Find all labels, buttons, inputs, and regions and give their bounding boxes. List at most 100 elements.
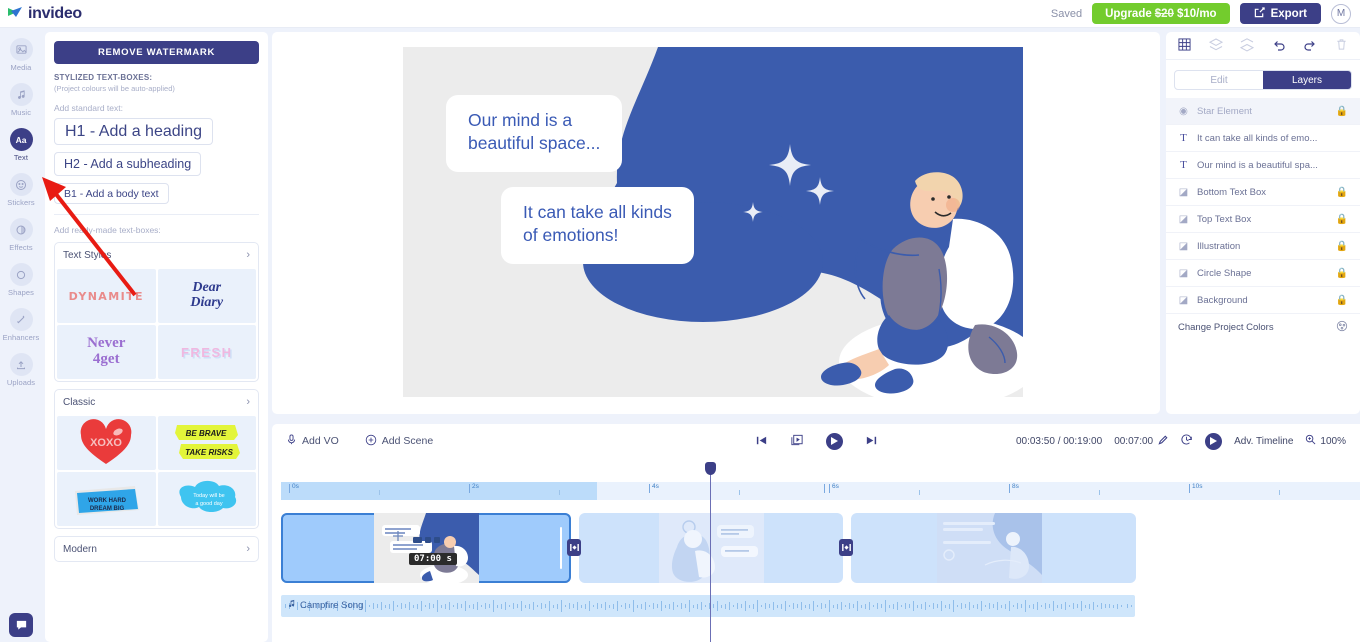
timeline-ruler[interactable]: 0s 2s 4s 6s 8s 10s (281, 482, 1360, 500)
preview-scenes-icon[interactable] (790, 433, 804, 449)
dear-diary-style-label: Dear Diary (190, 280, 224, 310)
lock-icon[interactable]: 🔒 (1336, 214, 1348, 225)
lock-icon[interactable]: 🔒 (1336, 268, 1348, 279)
group-header-modern[interactable]: Modern › (55, 537, 258, 561)
sidebar-label-stickers: Stickers (7, 198, 35, 207)
music-note-icon (287, 599, 296, 611)
never-4get-style-tile[interactable]: Never 4get (57, 325, 156, 379)
skip-to-end-icon[interactable] (865, 434, 878, 449)
chat-bubble-icon[interactable] (9, 613, 33, 637)
layer-row-bottom-text-box[interactable]: ◪ Bottom Text Box 🔒 (1166, 179, 1360, 206)
sidebar-label-uploads: Uploads (6, 378, 36, 387)
work-hard-dream-big-tile[interactable]: WORK HARD DREAM BIG (57, 472, 156, 526)
text-bubble-bottom[interactable]: It can take all kinds of emotions! (501, 187, 694, 264)
export-label: Export (1270, 7, 1307, 20)
right-panel: Edit Layers ◉ Star Element 🔒 T It can ta… (1166, 32, 1360, 414)
avatar[interactable]: M (1331, 3, 1351, 24)
add-subheading-button[interactable]: H2 - Add a subheading (54, 152, 202, 176)
be-brave-take-risks-tile[interactable]: BE BRAVE TAKE RISKS (157, 416, 256, 470)
upgrade-button[interactable]: Upgrade $20 $10/mo (1092, 3, 1230, 24)
sidebar-item-effects[interactable]: Effects (0, 218, 42, 252)
redo-icon[interactable] (1303, 38, 1317, 54)
sidebar-item-enhancers[interactable]: Enhancers (0, 308, 42, 342)
play-button[interactable] (825, 432, 843, 450)
color-wheel-icon[interactable] (1336, 320, 1348, 335)
undo-icon[interactable] (1272, 38, 1286, 54)
scene-clip-2[interactable] (579, 513, 843, 583)
ruler-tick-6s: 6s (832, 483, 839, 490)
clip-resize-handle-left[interactable] (286, 527, 288, 569)
add-element-plus-icon[interactable] (391, 529, 405, 543)
change-project-colors-row[interactable]: Change Project Colors (1166, 314, 1360, 341)
scene-transition-button-2[interactable] (839, 539, 853, 556)
lock-icon[interactable]: 🔒 (1336, 295, 1348, 306)
timeline-toolbar: Add VO Add Scene 00:03:50 / 00:19:00 00:… (272, 424, 1360, 458)
export-button[interactable]: Export (1239, 3, 1321, 24)
remove-watermark-button[interactable]: REMOVE WATERMARK (54, 41, 259, 64)
ruler-tick-2s: 2s (472, 483, 479, 490)
today-will-be-a-good-day-tile[interactable]: Today will be a good day (157, 472, 256, 526)
lock-icon[interactable]: 🔒 (1336, 241, 1348, 252)
layer-row-star-element[interactable]: ◉ Star Element 🔒 (1166, 98, 1360, 125)
layer-row-text-emotions[interactable]: T It can take all kinds of emo... (1166, 125, 1360, 152)
text-bubble-top[interactable]: Our mind is a beautiful space... (446, 95, 623, 172)
ruler-tick-8s: 8s (1012, 483, 1019, 490)
dear-diary-style-tile[interactable]: Dear Diary (157, 269, 256, 323)
layer-row-illustration[interactable]: ◪ Illustration 🔒 (1166, 233, 1360, 260)
panel-divider (54, 214, 259, 215)
upgrade-old-price: $20 (1154, 7, 1174, 20)
group-header-text-styles[interactable]: Text Styles › (55, 243, 258, 267)
tab-edit[interactable]: Edit (1175, 71, 1263, 89)
transport-controls (272, 432, 1360, 450)
svg-text:XOXO: XOXO (90, 437, 122, 449)
fresh-style-tile[interactable]: FRESH (157, 325, 256, 379)
layer-row-text-our-mind[interactable]: T Our mind is a beautiful spa... (1166, 152, 1360, 179)
layer-row-top-text-box[interactable]: ◪ Top Text Box 🔒 (1166, 206, 1360, 233)
bring-forward-icon[interactable] (1208, 37, 1223, 54)
clip-resize-handle-right[interactable] (560, 527, 562, 569)
dynamite-style-tile[interactable]: DYNAMITE (57, 269, 156, 323)
lock-icon[interactable]: 🔒 (1336, 106, 1348, 117)
audio-track[interactable]: Campfire Song (281, 595, 1135, 617)
skip-to-start-icon[interactable] (755, 434, 768, 449)
sidebar-item-shapes[interactable]: Shapes (0, 263, 42, 297)
video-stage[interactable]: Our mind is a beautiful space... It can t… (403, 47, 1023, 397)
sidebar-item-stickers[interactable]: Stickers (0, 173, 42, 207)
sidebar-item-media[interactable]: Media (0, 38, 42, 72)
fresh-style-label: FRESH (180, 344, 233, 360)
group-header-classic[interactable]: Classic › (55, 390, 258, 414)
highlight-marker-shape: BE BRAVE TAKE RISKS (174, 425, 240, 459)
scene-clip-1[interactable]: 07:00 s (281, 513, 571, 583)
canvas-area: Our mind is a beautiful space... It can t… (272, 32, 1160, 414)
sidebar-item-music[interactable]: Music (0, 83, 42, 117)
playhead[interactable] (705, 462, 716, 642)
xoxo-heart-tile[interactable]: XOXO (57, 416, 156, 470)
tab-layers[interactable]: Layers (1263, 71, 1351, 89)
layer-row-circle-shape[interactable]: ◪ Circle Shape 🔒 (1166, 260, 1360, 287)
svg-text:Today will be: Today will be (193, 493, 225, 499)
scene-transition-button-1[interactable] (567, 539, 581, 556)
text-layer-icon: T (1180, 159, 1187, 171)
add-heading-button[interactable]: H1 - Add a heading (54, 118, 213, 145)
svg-text:a good day: a good day (195, 501, 222, 507)
lock-icon[interactable]: 🔒 (1336, 187, 1348, 198)
sidebar-item-uploads[interactable]: Uploads (0, 353, 42, 387)
right-panel-tabs: Edit Layers (1174, 70, 1352, 90)
trash-icon[interactable] (1335, 38, 1348, 53)
never-4get-style-label: Never 4get (87, 335, 126, 367)
playhead-knob[interactable] (705, 462, 716, 475)
add-body-text-button[interactable]: B1 - Add a body text (54, 183, 169, 204)
layer-row-background[interactable]: ◪ Background 🔒 (1166, 287, 1360, 314)
scene-clip-3[interactable] (851, 513, 1136, 583)
svg-text:TAKE RISKS: TAKE RISKS (185, 448, 234, 457)
ruler-tick-10s: 10s (1192, 483, 1203, 490)
group-title-text-styles: Text Styles (63, 249, 112, 261)
audio-track-label-group[interactable]: Campfire Song (287, 599, 363, 611)
group-text-styles: Text Styles › DYNAMITE Dear Diary Never 4g… (54, 242, 259, 382)
brand-logo[interactable]: invideo (0, 5, 82, 23)
send-backward-icon[interactable] (1240, 37, 1255, 54)
sidebar-item-text[interactable]: Aa Text (0, 128, 42, 162)
grid-icon[interactable] (1178, 38, 1191, 53)
image-icon (9, 38, 33, 61)
group-title-modern: Modern (63, 543, 97, 555)
